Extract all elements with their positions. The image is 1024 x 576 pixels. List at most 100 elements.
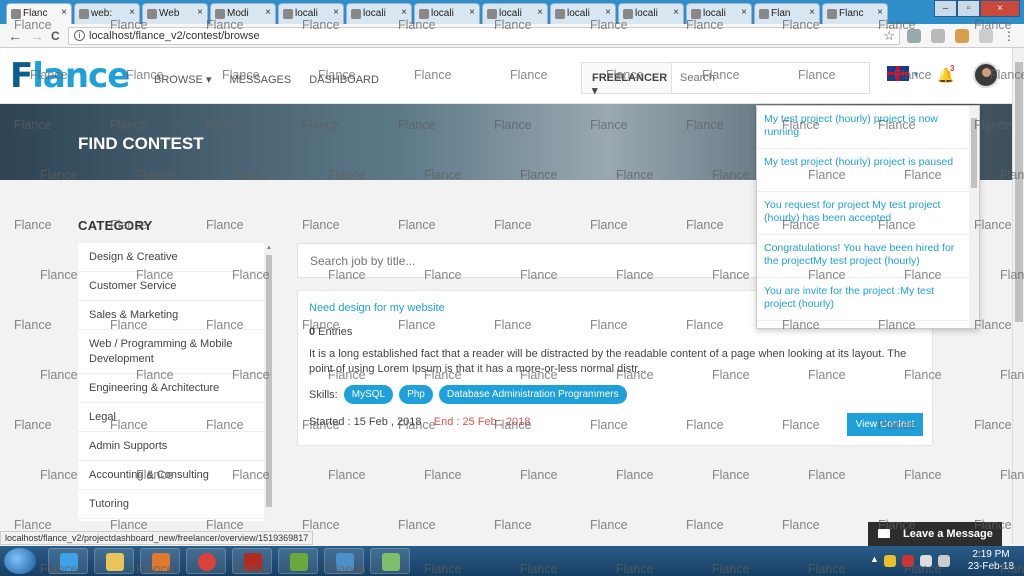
category-item-web-programming[interactable]: Web / Programming & Mobile Development: [78, 330, 264, 374]
header-search-input[interactable]: [672, 63, 869, 93]
language-caret-icon[interactable]: ▾: [914, 70, 918, 79]
browser-tab[interactable]: Modi ×: [210, 3, 276, 24]
tab-close-icon[interactable]: ×: [401, 7, 407, 18]
start-button[interactable]: [4, 548, 36, 574]
tab-close-icon[interactable]: ×: [877, 7, 883, 18]
ie-icon[interactable]: [48, 548, 88, 574]
tab-close-icon[interactable]: ×: [605, 7, 611, 18]
page-scrollbar-thumb[interactable]: [1015, 62, 1023, 322]
browser-tab[interactable]: Flan ×: [754, 3, 820, 24]
notification-item[interactable]: Congratulations! You have been hired for…: [757, 235, 979, 278]
tray-note-icon[interactable]: [884, 555, 896, 567]
notification-item[interactable]: You request for project My test project …: [757, 192, 979, 235]
tab-close-icon[interactable]: ×: [333, 7, 339, 18]
tab-close-icon[interactable]: ×: [197, 7, 203, 18]
extension-tools-icon[interactable]: [955, 29, 969, 43]
snipping-tool-icon[interactable]: [370, 548, 410, 574]
browser-tab[interactable]: Flanc ×: [822, 3, 888, 24]
tray-signal-icon[interactable]: [920, 555, 932, 567]
browser-tab[interactable]: locali ×: [686, 3, 752, 24]
category-scrollbar-thumb[interactable]: [266, 255, 272, 507]
category-item-engineering[interactable]: Engineering & Architecture: [78, 374, 264, 403]
leave-message-button[interactable]: Leave a Message: [868, 522, 1002, 546]
browser-tab[interactable]: locali ×: [550, 3, 616, 24]
view-contest-button[interactable]: View Contest: [847, 413, 923, 436]
nav-messages[interactable]: MESSAGES: [229, 74, 291, 86]
tab-close-icon[interactable]: ×: [469, 7, 475, 18]
category-item-admin-supports[interactable]: Admin Supports: [78, 432, 264, 461]
bookmark-star-icon[interactable]: ☆: [883, 28, 895, 44]
browser-tab[interactable]: locali ×: [278, 3, 344, 24]
tray-expand-icon[interactable]: ▲: [870, 554, 879, 564]
browser-tab[interactable]: locali ×: [346, 3, 412, 24]
chrome-icon[interactable]: [186, 548, 226, 574]
maximize-button[interactable]: ▫: [957, 0, 980, 17]
forward-button[interactable]: →: [30, 28, 44, 44]
browser-tab[interactable]: locali ×: [618, 3, 684, 24]
skill-tag[interactable]: Php: [399, 385, 433, 404]
notifications-scrollbar-thumb[interactable]: [971, 118, 977, 188]
category-item-legal[interactable]: Legal: [78, 403, 264, 432]
tab-close-icon[interactable]: ×: [61, 7, 67, 18]
tab-title: locali: [431, 8, 454, 19]
tab-close-icon[interactable]: ×: [537, 7, 543, 18]
watermark-text: Flance: [494, 218, 532, 232]
url-field[interactable]: i localhost/flance_v2/contest/browse ☆: [68, 27, 900, 45]
extension-shield-icon[interactable]: [907, 29, 921, 43]
notification-item[interactable]: You are invite for the project :My test …: [757, 278, 979, 321]
page-scrollbar[interactable]: [1012, 48, 1024, 544]
network-app-icon[interactable]: [324, 548, 364, 574]
notifications-scrollbar[interactable]: [969, 106, 979, 328]
back-button[interactable]: ←: [8, 28, 22, 44]
tray-flag-icon[interactable]: [902, 555, 914, 567]
system-clock[interactable]: 2:19 PM 23-Feb-18: [963, 549, 1019, 573]
scroll-up-icon[interactable]: ▲: [266, 245, 272, 251]
notification-item[interactable]: My test project (hourly) project is paus…: [757, 149, 979, 192]
tray-volume-icon[interactable]: [938, 555, 950, 567]
tab-close-icon[interactable]: ×: [673, 7, 679, 18]
nav-dashboard[interactable]: DASHBOARD: [309, 74, 379, 86]
media-player-icon[interactable]: [140, 548, 180, 574]
clock-time: 2:19 PM: [972, 549, 1010, 560]
category-scrollbar[interactable]: ▲: [264, 243, 274, 521]
extension-box-icon[interactable]: [979, 29, 993, 43]
flance-logo[interactable]: Flance: [10, 56, 130, 96]
notification-item[interactable]: My test project (hourly) project is now …: [757, 106, 979, 149]
role-select[interactable]: FREELANCER ▾: [582, 63, 672, 97]
nav-browse[interactable]: BROWSE ▾: [154, 74, 211, 86]
browser-menu-icon[interactable]: ⋮: [1003, 28, 1015, 44]
contest-title-link[interactable]: Need design for my website: [309, 302, 445, 314]
browser-tab[interactable]: locali ×: [414, 3, 480, 24]
category-item-sales-marketing[interactable]: Sales & Marketing: [78, 301, 264, 330]
chart-app-icon[interactable]: [278, 548, 318, 574]
user-avatar[interactable]: [973, 62, 999, 88]
category-item-tutoring[interactable]: Tutoring: [78, 490, 264, 519]
minimize-button[interactable]: –: [934, 0, 957, 17]
skill-tag[interactable]: Database Administration Programmers: [438, 385, 627, 404]
tab-favicon-icon: [351, 9, 361, 19]
info-icon[interactable]: i: [74, 30, 85, 41]
window-close-button[interactable]: ×: [980, 0, 1020, 17]
notification-item[interactable]: Fund request was sent successfully for: [757, 321, 979, 328]
category-item-design-creative[interactable]: Design & Creative: [78, 243, 264, 272]
category-heading: CATEGORY: [78, 218, 153, 233]
watermark-text: Flance: [302, 518, 340, 532]
uk-flag-icon[interactable]: [887, 66, 909, 81]
watermark-text: Flance: [328, 468, 366, 482]
watermark-text: Flance: [782, 518, 820, 532]
file-explorer-icon[interactable]: [94, 548, 134, 574]
filezilla-icon[interactable]: [232, 548, 272, 574]
tab-close-icon[interactable]: ×: [265, 7, 271, 18]
reload-button[interactable]: C: [51, 28, 60, 44]
browser-tab[interactable]: locali ×: [482, 3, 548, 24]
tab-close-icon[interactable]: ×: [741, 7, 747, 18]
category-item-customer-service[interactable]: Customer Service: [78, 272, 264, 301]
skill-tag[interactable]: MySQL: [343, 385, 394, 404]
category-item-accounting[interactable]: Accounting & Consulting: [78, 461, 264, 490]
browser-tab[interactable]: web: ×: [74, 3, 140, 24]
tab-close-icon[interactable]: ×: [809, 7, 815, 18]
tab-close-icon[interactable]: ×: [129, 7, 135, 18]
browser-tab[interactable]: Flanc ×: [6, 3, 72, 24]
browser-tab[interactable]: Web ×: [142, 3, 208, 24]
extension-photo-icon[interactable]: [931, 29, 945, 43]
